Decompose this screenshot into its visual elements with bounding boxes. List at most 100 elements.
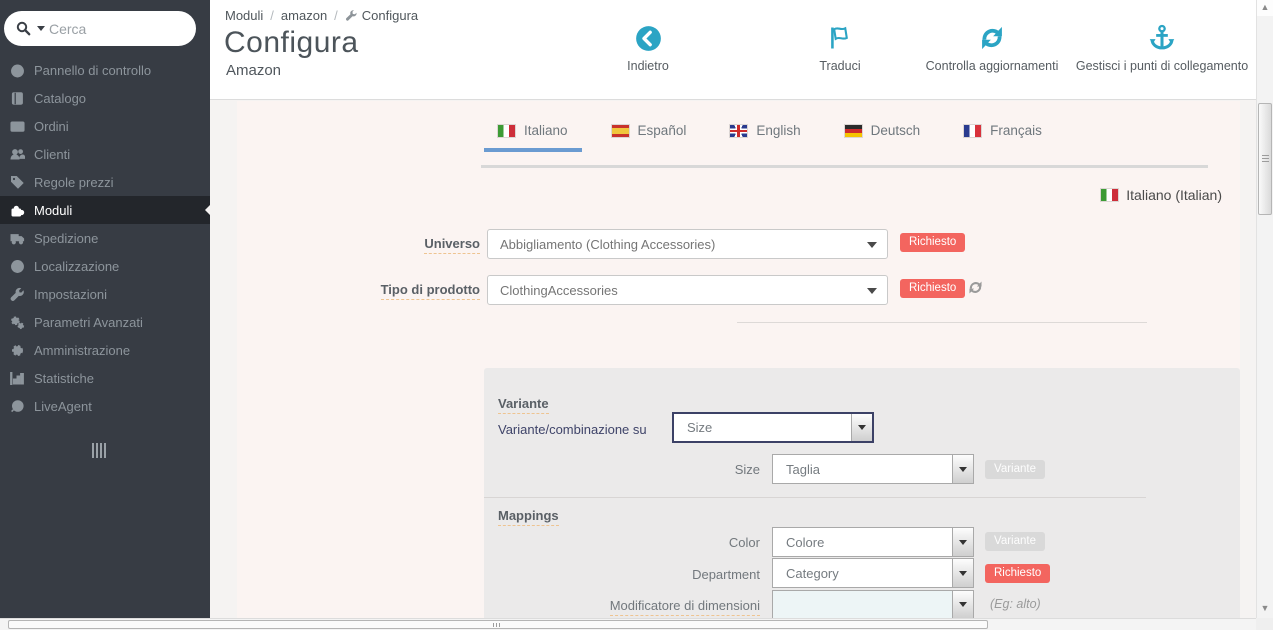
sidebar-item-regole-prezzi[interactable]: Regole prezzi — [0, 168, 210, 196]
app-window: Pannello di controllo Catalogo Ordini Cl… — [0, 0, 1273, 630]
required-badge: Richiesto — [900, 233, 966, 252]
sidebar-item-localizzazione[interactable]: Localizzazione — [0, 252, 210, 280]
color-select[interactable]: Colore — [772, 527, 974, 557]
vertical-scrollbar[interactable]: ▲ ▼ — [1256, 0, 1273, 618]
dropdown-arrow-icon — [952, 455, 973, 483]
sidebar-item-parametri-avanzati[interactable]: Parametri Avanzati — [0, 308, 210, 336]
sidebar-item-statistiche[interactable]: Statistiche — [0, 364, 210, 392]
tab-label: Español — [637, 123, 687, 138]
sidebar-item-label: Amministrazione — [34, 342, 131, 358]
sidebar-item-label: Catalogo — [34, 90, 87, 106]
language-indicator-label: Italiano (Italian) — [1126, 187, 1222, 203]
vertical-scrollbar-thumb[interactable] — [1258, 103, 1272, 215]
italy-flag-icon — [1101, 189, 1119, 201]
anchor-icon — [1149, 24, 1175, 50]
refresh-icon — [982, 26, 1002, 50]
tab-deutsch[interactable]: Deutsch — [831, 113, 935, 152]
scrollbar-corner — [1256, 618, 1273, 630]
sidebar-item-impostazioni[interactable]: Impostazioni — [0, 280, 210, 308]
sidebar-item-label: Moduli — [34, 202, 73, 218]
breadcrumb-moduli[interactable]: Moduli — [225, 8, 263, 23]
sidebar-item-label: Ordini — [34, 118, 69, 134]
search-input[interactable] — [49, 20, 184, 37]
form-divider — [737, 322, 1147, 323]
book-icon — [11, 91, 23, 105]
tab-francais[interactable]: Français — [950, 113, 1056, 152]
dropdown-arrow-icon — [851, 414, 872, 441]
italy-flag-icon — [498, 124, 515, 137]
flag-icon — [831, 26, 848, 49]
stats-icon — [10, 371, 24, 385]
mappings-heading: Mappings — [498, 508, 559, 526]
sidebar-collapse-handle[interactable] — [92, 443, 106, 458]
sidebar-item-label: Pannello di controllo — [34, 62, 152, 78]
sidebar-item-catalogo[interactable]: Catalogo — [0, 84, 210, 112]
sidebar-item-label: LiveAgent — [34, 398, 92, 414]
variant-combination-select[interactable]: Size — [672, 412, 874, 443]
horizontal-scrollbar-thumb[interactable] — [8, 620, 988, 629]
back-button[interactable]: Indietro — [608, 22, 688, 73]
search-box[interactable] — [4, 11, 196, 46]
back-icon — [635, 25, 661, 51]
chevron-down-icon — [867, 288, 877, 294]
variant-combination-value: Size — [687, 420, 713, 435]
sidebar-menu: Pannello di controllo Catalogo Ordini Cl… — [0, 56, 210, 420]
translate-label: Traduci — [819, 59, 861, 73]
scroll-down-button[interactable]: ▼ — [1257, 601, 1273, 617]
universo-select[interactable]: Abbigliamento (Clothing Accessories) — [487, 229, 888, 259]
sidebar-item-liveagent[interactable]: LiveAgent — [0, 392, 210, 420]
sidebar-item-clienti[interactable]: Clienti — [0, 140, 210, 168]
tabs-divider — [481, 165, 1208, 168]
active-item-notch — [205, 205, 210, 215]
scroll-up-button[interactable]: ▲ — [1257, 0, 1273, 16]
tab-label: Deutsch — [870, 123, 921, 138]
section-divider — [484, 497, 1146, 498]
size-select[interactable]: Taglia — [772, 454, 974, 484]
size-select-value: Taglia — [786, 461, 820, 477]
tab-english[interactable]: English — [716, 113, 814, 152]
sidebar-item-label: Statistiche — [34, 370, 94, 386]
required-badge: Richiesto — [985, 564, 1051, 583]
color-label: Color — [728, 535, 760, 550]
sidebar: Pannello di controllo Catalogo Ordini Cl… — [0, 0, 210, 618]
customers-icon — [10, 148, 25, 159]
sidebar-item-spedizione[interactable]: Spedizione — [0, 224, 210, 252]
reload-product-type-icon[interactable] — [967, 279, 984, 296]
sidebar-item-label: Clienti — [34, 146, 71, 162]
sidebar-item-label: Regole prezzi — [34, 174, 114, 190]
tipo-prodotto-select[interactable]: ClothingAccessories — [487, 275, 888, 305]
tab-espanol[interactable]: Español — [598, 113, 701, 152]
sidebar-item-ordini[interactable]: Ordini — [0, 112, 210, 140]
translate-button[interactable]: Traduci — [800, 22, 880, 73]
variante-combinazione-label: Variante/combinazione su — [498, 422, 647, 437]
variante-heading: Variante — [498, 396, 549, 414]
manage-hooks-label: Gestisci i punti di collegamento — [1075, 59, 1249, 73]
size-modifier-select[interactable] — [772, 590, 974, 619]
truck-icon — [10, 233, 25, 244]
manage-hooks-button[interactable]: Gestisci i punti di collegamento — [1067, 22, 1257, 73]
cogs-icon — [11, 315, 25, 329]
tab-label: English — [756, 123, 801, 138]
back-label: Indietro — [627, 59, 669, 73]
variant-badge: Variante — [985, 460, 1045, 479]
uk-flag-icon — [730, 124, 748, 137]
check-updates-label: Controlla aggiornamenti — [925, 59, 1059, 73]
breadcrumb-amazon[interactable]: amazon — [281, 8, 327, 23]
search-scope-caret-icon[interactable] — [37, 26, 45, 31]
sidebar-item-moduli[interactable]: Moduli — [0, 196, 210, 224]
tab-italiano[interactable]: Italiano — [484, 113, 582, 152]
sidebar-item-label: Localizzazione — [34, 258, 120, 274]
modifier-hint: (Eg: alto) — [990, 597, 1041, 611]
breadcrumb: Moduli / amazon / Configura — [225, 8, 418, 23]
horizontal-scrollbar[interactable] — [0, 618, 1273, 630]
language-tabs: Italiano Español English Deutsch Françai… — [484, 113, 1056, 152]
sidebar-item-pannello-di-controllo[interactable]: Pannello di controllo — [0, 56, 210, 84]
page-header: Moduli / amazon / Configura Configura Am… — [210, 0, 1256, 100]
sidebar-item-amministrazione[interactable]: Amministrazione — [0, 336, 210, 364]
department-select[interactable]: Category — [772, 558, 974, 588]
breadcrumb-configura: Configura — [361, 8, 419, 23]
breadcrumb-separator: / — [334, 8, 338, 23]
check-updates-button[interactable]: Controlla aggiornamenti — [912, 22, 1072, 73]
germany-flag-icon — [844, 124, 862, 137]
language-indicator: Italiano (Italian) — [1101, 187, 1222, 203]
